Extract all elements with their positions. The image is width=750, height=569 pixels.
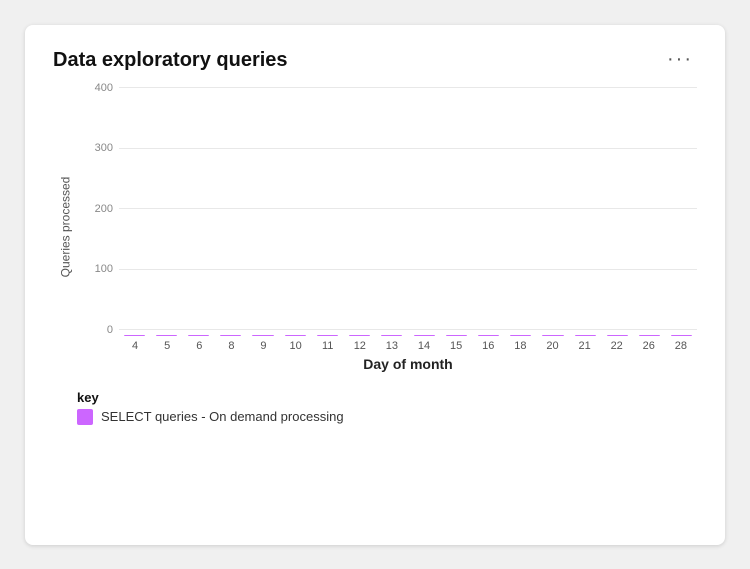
x-tick-label: 12 (344, 340, 376, 352)
x-tick-label: 22 (601, 340, 633, 352)
legend-swatch (77, 409, 93, 425)
x-tick-label: 8 (215, 340, 247, 352)
bar (220, 335, 241, 336)
bar-col (183, 335, 213, 336)
bar-col (248, 335, 278, 336)
x-tick-label: 28 (665, 340, 697, 352)
x-tick-label: 11 (312, 340, 344, 352)
y-tick-label: 300 (81, 142, 113, 154)
legend-label: SELECT queries - On demand processing (101, 409, 344, 424)
bar-col (538, 335, 568, 336)
bar-col (280, 335, 310, 336)
bar-col (635, 335, 665, 336)
legend-item: SELECT queries - On demand processing (77, 409, 697, 425)
y-axis-label-wrap: Queries processed (53, 82, 77, 372)
x-axis: 4568910111213141516182021222628 (119, 340, 697, 352)
bar (639, 335, 660, 336)
bar (156, 335, 177, 336)
legend-key-label: key (77, 390, 697, 405)
y-axis-label: Queries processed (58, 176, 72, 277)
bar-col (506, 335, 536, 336)
x-tick-label: 18 (504, 340, 536, 352)
bar (414, 335, 435, 336)
x-tick-label: 5 (151, 340, 183, 352)
x-tick-label: 21 (569, 340, 601, 352)
bar-col (312, 335, 342, 336)
x-tick-label: 10 (280, 340, 312, 352)
bar (252, 335, 273, 336)
chart-card: Data exploratory queries ··· Queries pro… (25, 25, 725, 545)
y-tick-label: 100 (81, 263, 113, 275)
bar (188, 335, 209, 336)
x-tick-label: 16 (472, 340, 504, 352)
x-tick-label: 9 (247, 340, 279, 352)
y-tick-label: 0 (81, 324, 113, 336)
bar (124, 335, 145, 336)
x-tick-label: 15 (440, 340, 472, 352)
bar-col (345, 335, 375, 336)
bar-col (667, 335, 697, 336)
bar-col (216, 335, 246, 336)
bar-col (602, 335, 632, 336)
x-axis-title: Day of month (119, 356, 697, 372)
bar (446, 335, 467, 336)
y-tick-label: 400 (81, 82, 113, 94)
card-header: Data exploratory queries ··· (53, 49, 697, 72)
bar (510, 335, 531, 336)
bar (349, 335, 370, 336)
bar (478, 335, 499, 336)
bar (317, 335, 338, 336)
chart-grid: 400 300 200 100 0 (81, 82, 697, 336)
bar-col (441, 335, 471, 336)
more-options-button[interactable]: ··· (663, 49, 697, 69)
bar (575, 335, 596, 336)
bar (607, 335, 628, 336)
card-title: Data exploratory queries (53, 49, 288, 72)
bars-container (119, 82, 697, 336)
chart-area: Queries processed 4003002001000 45689101… (53, 82, 697, 372)
chart-inner: 4003002001000 45689101112131415161820212… (81, 82, 697, 372)
bar (381, 335, 402, 336)
bar (671, 335, 692, 336)
x-tick-label: 14 (408, 340, 440, 352)
x-tick-label: 20 (536, 340, 568, 352)
bar-col (377, 335, 407, 336)
bar-col (473, 335, 503, 336)
x-tick-label: 4 (119, 340, 151, 352)
bar-col (119, 335, 149, 336)
x-tick-label: 26 (633, 340, 665, 352)
x-tick-label: 13 (376, 340, 408, 352)
legend: key SELECT queries - On demand processin… (77, 390, 697, 425)
bar-col (151, 335, 181, 336)
bar-col (570, 335, 600, 336)
x-tick-label: 6 (183, 340, 215, 352)
y-tick-label: 200 (81, 203, 113, 215)
bar-col (409, 335, 439, 336)
bar (285, 335, 306, 336)
bar (542, 335, 563, 336)
